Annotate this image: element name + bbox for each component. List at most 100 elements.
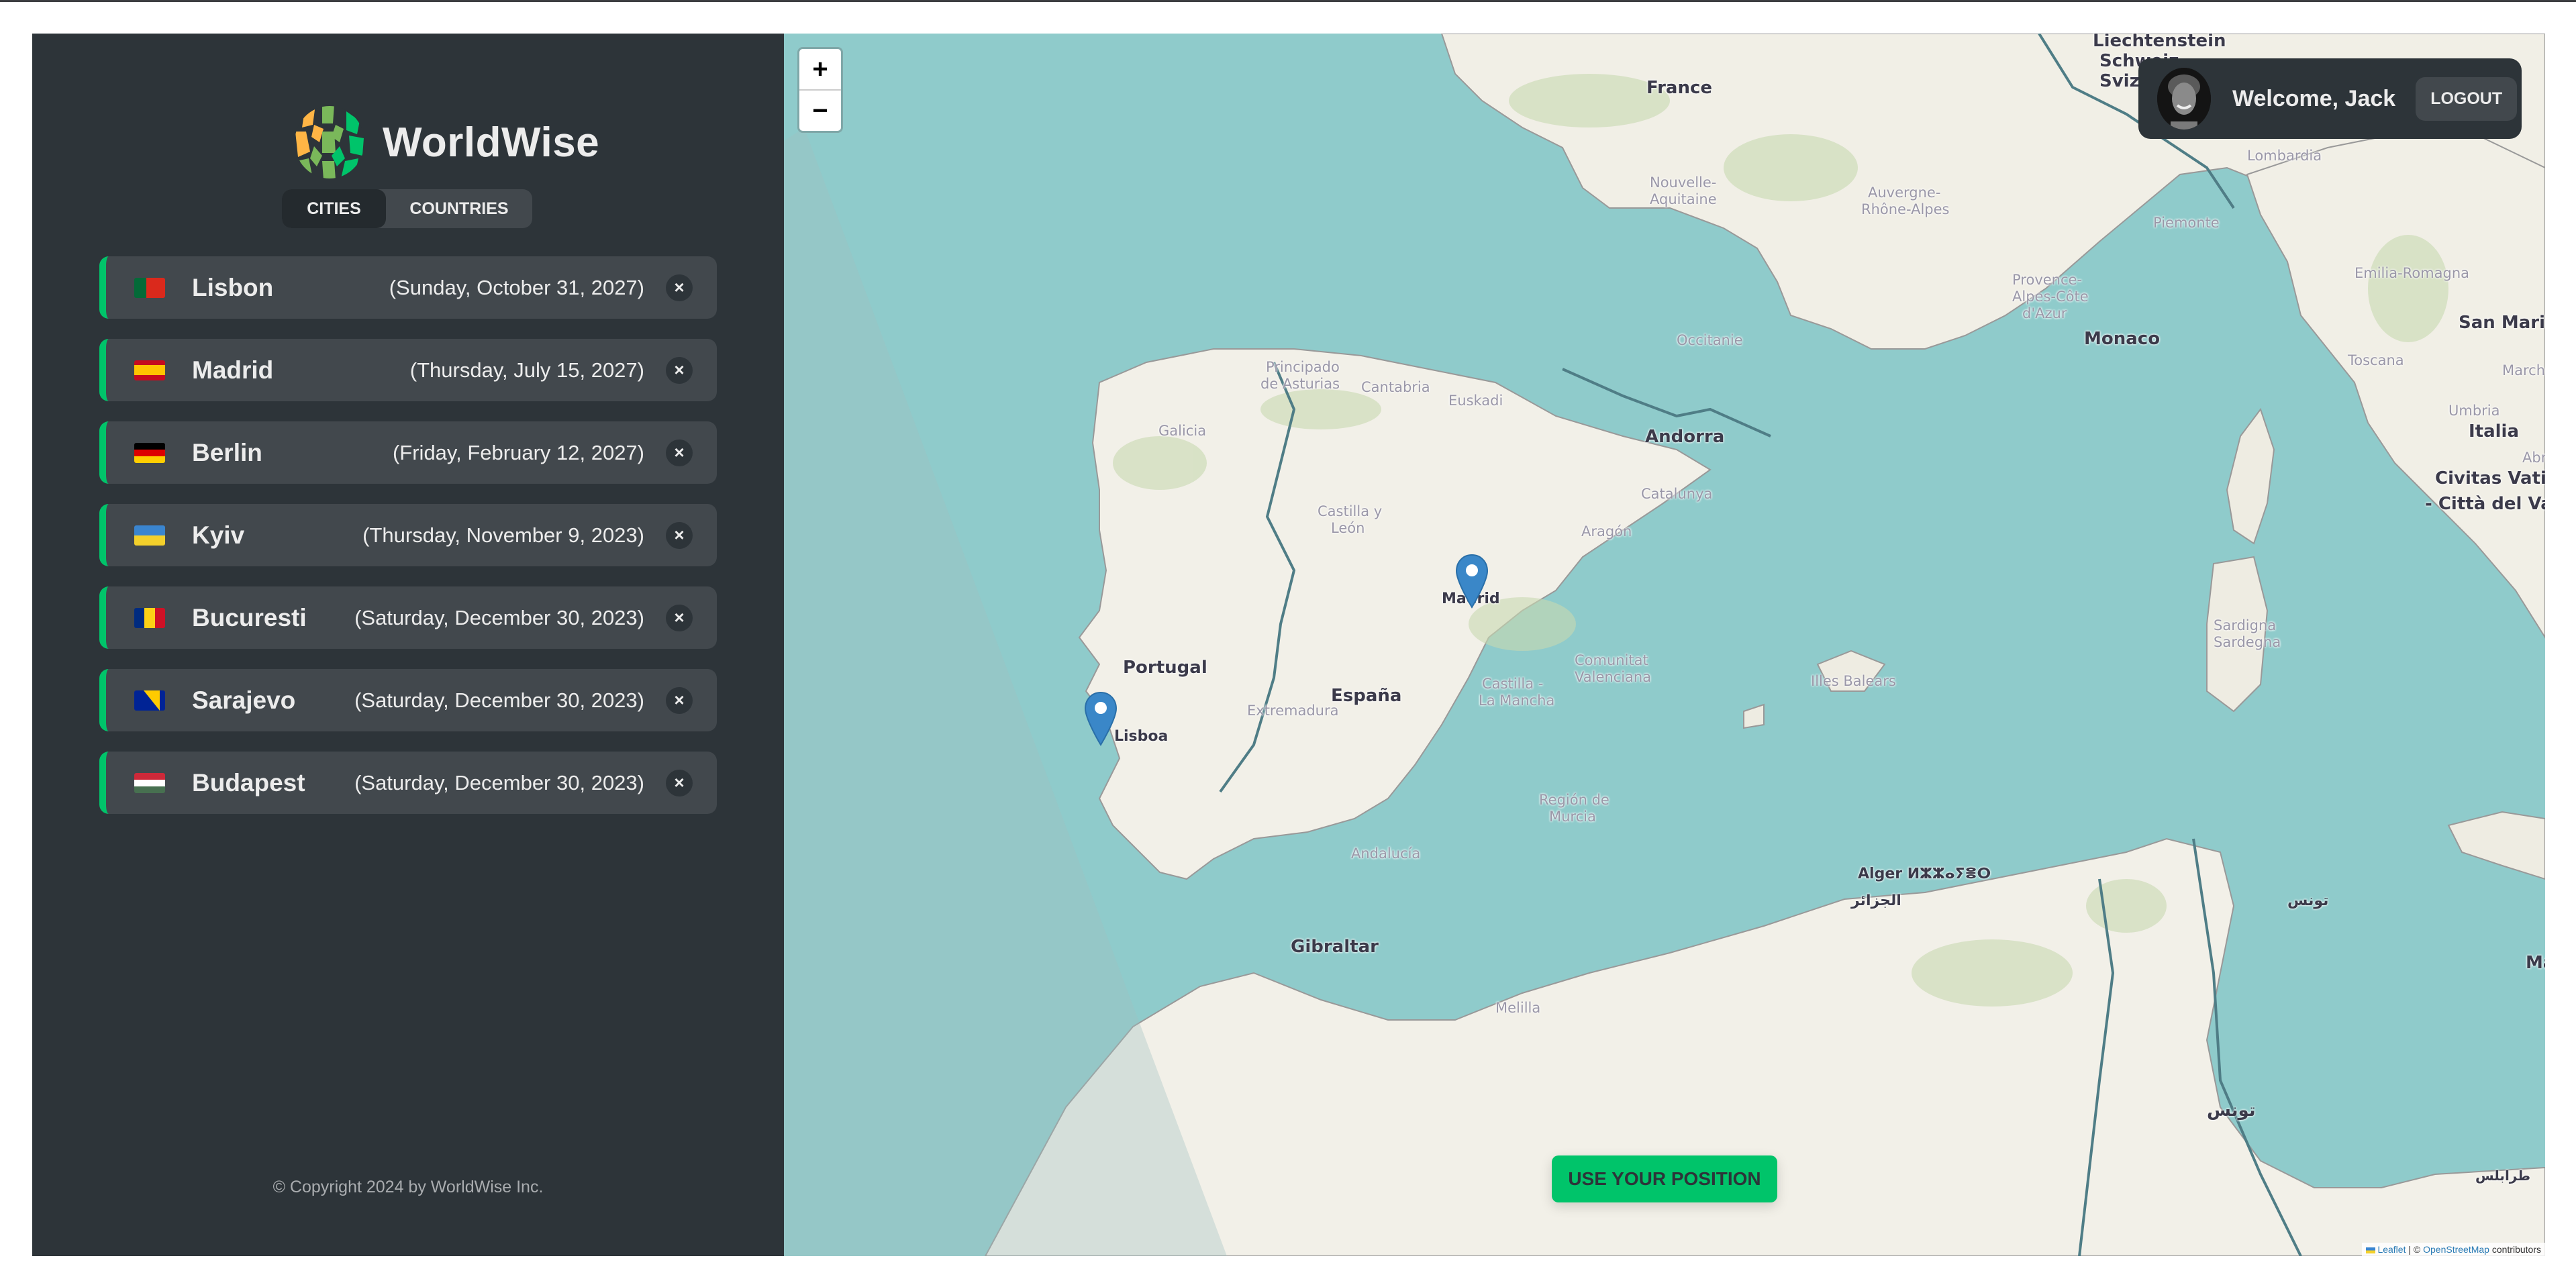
map-label-catalunya: Catalunya — [1641, 486, 1713, 502]
copyright-footer: © Copyright 2024 by WorldWise Inc. — [273, 1178, 544, 1196]
openstreetmap-link[interactable]: OpenStreetMap — [2423, 1244, 2489, 1255]
logout-button[interactable]: LOGOUT — [2416, 76, 2518, 121]
land-corsica — [2226, 407, 2275, 545]
map-label-valenciana2: Valenciana — [1575, 669, 1652, 685]
map-label-castilla-leon1: Castilla y — [1318, 503, 1383, 519]
attribution-separator: | © — [2406, 1244, 2424, 1255]
city-date: (Saturday, December 30, 2023) — [354, 688, 644, 712]
city-item-lisbon[interactable]: Lisbon (Sunday, October 31, 2027) × — [99, 256, 717, 319]
map-label-murcia1: Región de — [1539, 792, 1609, 808]
delete-city-button[interactable]: × — [666, 769, 693, 796]
map-label-asturias1: Principado — [1266, 359, 1340, 375]
germany-flag-icon — [134, 442, 165, 463]
map-label-castilla-mancha2: La Mancha — [1479, 692, 1555, 709]
spain-flag-icon — [134, 360, 165, 380]
map-label-castilla-leon2: León — [1331, 520, 1365, 536]
map-attribution: Leaflet | © OpenStreetMap contributors — [2361, 1243, 2545, 1256]
city-date: (Friday, February 12, 2027) — [392, 440, 644, 464]
map-label-italia: Italia — [2469, 421, 2520, 442]
city-name: Bucuresti — [192, 603, 307, 631]
map-label-provence3: d'Azur — [2022, 305, 2067, 321]
delete-city-button[interactable]: × — [666, 439, 693, 466]
attribution-suffix: contributors — [2489, 1244, 2541, 1255]
map-label-toscana: Toscana — [2348, 352, 2404, 368]
city-name: Kyiv — [192, 521, 245, 549]
map-label-umbria: Umbria — [2448, 403, 2500, 419]
leaflet-link[interactable]: Leaflet — [2377, 1244, 2406, 1255]
map-label-sardegna2: Sardegna — [2214, 634, 2281, 650]
map-marker-madrid[interactable] — [1455, 554, 1489, 609]
map-label-melilla: Melilla — [1495, 1000, 1541, 1016]
map-label-espana: España — [1331, 686, 1402, 706]
land-ibiza — [1743, 703, 1765, 729]
map-label-portugal: Portugal — [1123, 658, 1207, 678]
map-tiles[interactable] — [784, 34, 2545, 1256]
city-name: Berlin — [192, 438, 262, 466]
map[interactable]: France Liechtenstein Schweiz Svizz Nouve… — [784, 34, 2545, 1256]
map-label-extremadura: Extremadura — [1247, 703, 1339, 719]
map-label-castilla-mancha1: Castilla - — [1482, 676, 1544, 692]
map-label-rhone: Rhône-Alpes — [1861, 201, 1950, 217]
map-label-provence1: Provence- — [2012, 272, 2083, 288]
map-label-baleares: Illes Balears — [1811, 673, 1896, 689]
map-label-tunis: تونس — [2287, 892, 2329, 909]
user-photo-icon — [2157, 68, 2211, 130]
city-item-madrid[interactable]: Madrid (Thursday, July 15, 2027) × — [99, 339, 717, 401]
delete-city-button[interactable]: × — [666, 274, 693, 301]
map-label-andorra: Andorra — [1645, 427, 1725, 447]
map-label-tarabulus: طرابلس — [2475, 1168, 2531, 1184]
map-label-vaticano1: Civitas Vaticana — [2435, 468, 2545, 488]
delete-city-button[interactable]: × — [666, 686, 693, 714]
map-label-san-marino: San Marino — [2459, 313, 2545, 333]
city-item-bucuresti[interactable]: Bucuresti (Saturday, December 30, 2023) … — [99, 586, 717, 649]
map-label-cantabria: Cantabria — [1361, 379, 1430, 395]
map-label-galicia: Galicia — [1158, 423, 1207, 439]
logo[interactable]: WorldWise — [293, 105, 599, 180]
map-label-marche: Marche — [2502, 362, 2545, 378]
app-layout: WorldWise CITIES COUNTRIES Lisbon (Sunda… — [32, 34, 2545, 1256]
sidebar: WorldWise CITIES COUNTRIES Lisbon (Sunda… — [32, 34, 784, 1256]
map-label-provence2: Alpes-Côte — [2012, 289, 2089, 305]
view-tabs: CITIES COUNTRIES — [282, 189, 532, 228]
map-label-aquitaine: Aquitaine — [1650, 191, 1717, 207]
map-label-auvergne: Auvergne- — [1868, 185, 1941, 201]
map-label-euskadi: Euskadi — [1448, 393, 1503, 409]
avatar — [2157, 68, 2211, 130]
map-label-ma: Ma — [2526, 953, 2545, 973]
city-item-budapest[interactable]: Budapest (Saturday, December 30, 2023) × — [99, 752, 717, 814]
city-list: Lisbon (Sunday, October 31, 2027) × Madr… — [99, 256, 717, 834]
city-date: (Saturday, December 30, 2023) — [354, 770, 644, 794]
map-label-occitanie: Occitanie — [1677, 332, 1743, 348]
globe-logo-icon — [295, 106, 364, 178]
map-label-murcia2: Murcia — [1549, 809, 1596, 825]
land-sicily — [2447, 811, 2545, 880]
map-label-alger: Alger ⵍⵣⵣⴰⵢⴻⵔ — [1858, 866, 1991, 882]
delete-city-button[interactable]: × — [666, 356, 693, 384]
map-label-asturias2: de Asturias — [1260, 376, 1340, 392]
browser-top-border — [0, 0, 2576, 2]
city-date: (Thursday, July 15, 2027) — [409, 358, 644, 382]
portugal-flag-icon — [134, 277, 165, 298]
city-date: (Thursday, November 9, 2023) — [362, 523, 644, 547]
tab-countries[interactable]: COUNTRIES — [386, 189, 532, 228]
map-label-andalucia: Andalucía — [1351, 845, 1421, 862]
map-label-france: France — [1646, 78, 1713, 98]
delete-city-button[interactable]: × — [666, 604, 693, 631]
city-name: Sarajevo — [192, 686, 296, 714]
city-name: Budapest — [192, 768, 305, 796]
zoom-in-button[interactable]: + — [799, 49, 841, 89]
map-label-vaticano2: - Città del Vaticano — [2425, 494, 2545, 514]
use-position-button[interactable]: USE YOUR POSITION — [1552, 1155, 1777, 1202]
map-marker-lisboa[interactable] — [1084, 691, 1118, 746]
delete-city-button[interactable]: × — [666, 521, 693, 549]
map-label-nouvelle: Nouvelle- — [1650, 174, 1717, 191]
city-item-kyiv[interactable]: Kyiv (Thursday, November 9, 2023) × — [99, 504, 717, 566]
zoom-out-button[interactable]: − — [799, 89, 841, 131]
ukraine-flag-icon — [2365, 1247, 2375, 1253]
city-item-berlin[interactable]: Berlin (Friday, February 12, 2027) × — [99, 421, 717, 484]
city-date: (Sunday, October 31, 2027) — [389, 275, 644, 299]
tab-cities[interactable]: CITIES — [282, 189, 386, 228]
user-panel: Welcome, Jack LOGOUT — [2138, 58, 2522, 139]
city-item-sarajevo[interactable]: Sarajevo (Saturday, December 30, 2023) × — [99, 669, 717, 731]
map-label-abruzzo: Abruzzo — [2522, 450, 2545, 466]
